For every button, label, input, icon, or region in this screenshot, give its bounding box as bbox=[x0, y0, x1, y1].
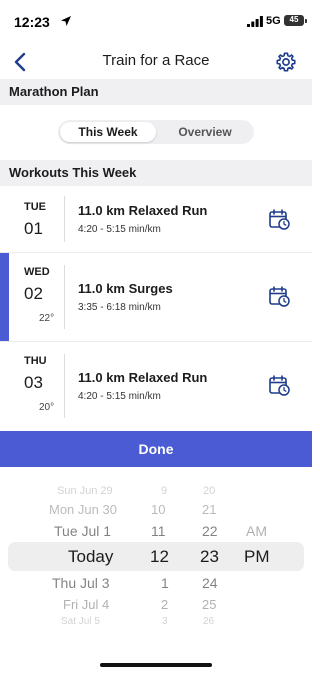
workout-row-wed[interactable]: WED 02 22° 11.0 km Surges 3:35 - 6:18 mi… bbox=[0, 253, 312, 341]
picker-day-option[interactable]: Fri Jul 4 bbox=[63, 597, 109, 612]
workouts-header: Workouts This Week bbox=[0, 160, 312, 186]
picker-hour-option[interactable]: 10 bbox=[151, 502, 165, 517]
picker-day-option[interactable]: Sun Jun 29 bbox=[57, 485, 113, 497]
tab-overview[interactable]: Overview bbox=[158, 122, 252, 142]
picker-hour-option[interactable]: 1 bbox=[161, 575, 169, 591]
workout-row-tue[interactable]: TUE 01 11.0 km Relaxed Run 4:20 - 5:15 m… bbox=[0, 186, 312, 252]
calendar-clock-icon[interactable] bbox=[268, 374, 290, 396]
workout-pace: 3:35 - 6:18 min/km bbox=[78, 302, 161, 313]
workout-day-number: 01 bbox=[24, 219, 43, 238]
picker-ampm-selected[interactable]: PM bbox=[244, 547, 270, 567]
plan-header: Marathon Plan bbox=[0, 79, 312, 105]
picker-minute-option[interactable]: 24 bbox=[202, 575, 218, 591]
workout-day-number: 03 bbox=[24, 373, 43, 392]
picker-hour-option[interactable]: 2 bbox=[161, 597, 168, 612]
picker-minute-option[interactable]: 20 bbox=[203, 485, 215, 497]
picker-day-option[interactable]: Tue Jul 1 bbox=[54, 523, 111, 539]
battery-cap bbox=[305, 19, 307, 23]
workout-pace: 4:20 - 5:15 min/km bbox=[78, 391, 161, 402]
picker-day-selected[interactable]: Today bbox=[68, 547, 113, 567]
view-segmented-control: This Week Overview bbox=[58, 120, 254, 144]
page-title: Train for a Race bbox=[102, 52, 210, 69]
picker-day-option[interactable]: Thu Jul 3 bbox=[52, 575, 110, 591]
picker-day-option[interactable]: Mon Jun 30 bbox=[49, 502, 117, 517]
gear-icon bbox=[276, 52, 296, 72]
picker-minute-option[interactable]: 21 bbox=[202, 502, 216, 517]
status-time: 12:23 bbox=[14, 14, 50, 30]
workout-day-of-week: WED bbox=[24, 266, 50, 278]
location-arrow-icon bbox=[61, 16, 71, 26]
nav-bar: Train for a Race bbox=[0, 44, 312, 80]
status-bar: 12:23 5G 45 bbox=[0, 0, 312, 44]
workout-pace: 4:20 - 5:15 min/km bbox=[78, 224, 161, 235]
workout-divider bbox=[64, 265, 65, 329]
picker-minute-selected[interactable]: 23 bbox=[200, 547, 219, 567]
battery-icon: 45 bbox=[284, 15, 304, 26]
date-time-picker[interactable]: Sun Jun 29 Mon Jun 30 Tue Jul 1 Today Th… bbox=[0, 467, 312, 632]
calendar-clock-icon[interactable] bbox=[268, 285, 290, 307]
picker-hour-selected[interactable]: 12 bbox=[150, 547, 169, 567]
workout-day-of-week: THU bbox=[24, 355, 47, 367]
picker-ampm-option[interactable]: AM bbox=[246, 523, 267, 539]
signal-icon bbox=[247, 16, 263, 27]
workout-day-number: 02 bbox=[24, 284, 43, 303]
picker-minute-option[interactable]: 22 bbox=[202, 523, 218, 539]
done-button[interactable]: Done bbox=[0, 431, 312, 467]
network-type: 5G bbox=[266, 15, 281, 27]
workout-temperature: 22° bbox=[39, 313, 55, 324]
picker-minute-option[interactable]: 26 bbox=[203, 616, 214, 627]
calendar-clock-icon[interactable] bbox=[268, 208, 290, 230]
workout-temperature: 20° bbox=[39, 402, 55, 413]
tab-this-week[interactable]: This Week bbox=[60, 122, 156, 142]
picker-hour-option[interactable]: 9 bbox=[161, 485, 167, 497]
workout-day-of-week: TUE bbox=[24, 201, 46, 213]
workout-divider bbox=[64, 196, 65, 242]
workout-title: 11.0 km Relaxed Run bbox=[78, 203, 208, 218]
workout-title: 11.0 km Relaxed Run bbox=[78, 370, 208, 385]
picker-day-option[interactable]: Sat Jul 5 bbox=[61, 616, 100, 627]
picker-minute-option[interactable]: 25 bbox=[202, 597, 216, 612]
picker-hour-option[interactable]: 11 bbox=[151, 523, 166, 539]
home-indicator bbox=[100, 663, 212, 667]
settings-button[interactable] bbox=[272, 48, 300, 76]
workout-divider bbox=[64, 354, 65, 418]
workout-row-thu[interactable]: THU 03 20° 11.0 km Relaxed Run 4:20 - 5:… bbox=[0, 342, 312, 430]
picker-hour-option[interactable]: 3 bbox=[162, 616, 168, 627]
workout-title: 11.0 km Surges bbox=[78, 281, 173, 296]
